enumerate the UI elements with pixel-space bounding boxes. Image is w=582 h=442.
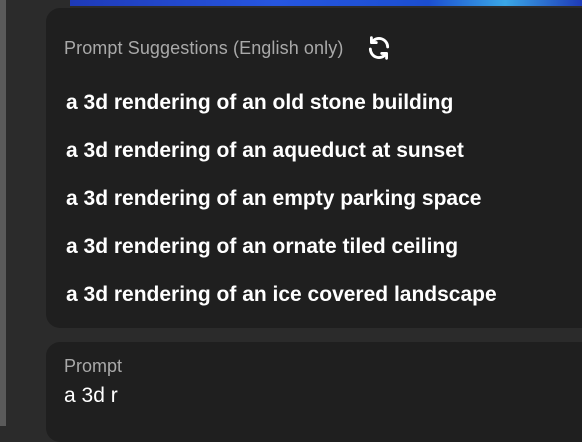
prompt-suggestions-list: a 3d rendering of an old stone building …: [66, 86, 497, 326]
prompt-label: Prompt: [64, 356, 123, 376]
suggestion-item[interactable]: a 3d rendering of an old stone building: [66, 86, 497, 134]
suggestion-item[interactable]: a 3d rendering of an empty parking space: [66, 182, 497, 230]
prompt-panel: Prompt: [46, 342, 582, 442]
suggestion-item[interactable]: a 3d rendering of an aqueduct at sunset: [66, 134, 497, 182]
suggestion-item[interactable]: a 3d rendering of an ice covered landsca…: [66, 278, 497, 326]
prompt-suggestions-header: Prompt Suggestions (English only): [64, 34, 393, 62]
prompt-input[interactable]: [64, 384, 564, 408]
refresh-icon[interactable]: [365, 34, 393, 62]
prompt-suggestions-title: Prompt Suggestions (English only): [64, 37, 344, 58]
suggestion-item[interactable]: a 3d rendering of an ornate tiled ceilin…: [66, 230, 497, 278]
prompt-suggestions-panel: Prompt Suggestions (English only) a 3d r…: [46, 8, 582, 328]
generated-image-preview-edge: [70, 0, 582, 6]
